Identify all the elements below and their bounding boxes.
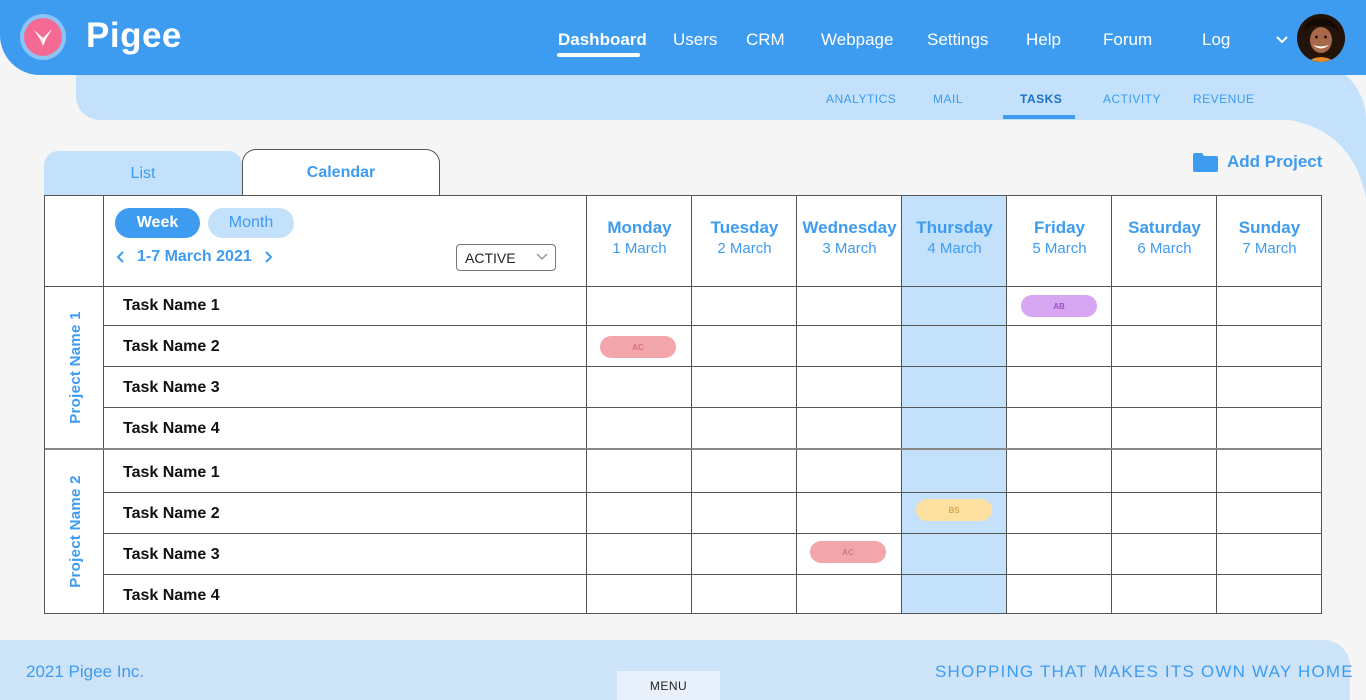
chevron-down-icon [536, 253, 548, 261]
grid-line [1111, 196, 1112, 613]
grid-line [103, 533, 1321, 534]
chevron-down-icon[interactable] [1275, 33, 1289, 47]
subnav-revenue[interactable]: REVENUE [1193, 92, 1255, 106]
subnav-analytics[interactable]: ANALYTICS [826, 92, 896, 106]
day-header-tuesday[interactable]: Tuesday 2 March [692, 218, 797, 257]
date-range-label: 1-7 March 2021 [137, 248, 252, 265]
folder-icon [1193, 152, 1218, 172]
add-project-button[interactable]: Add Project [1193, 152, 1322, 172]
tab-calendar[interactable]: Calendar [242, 149, 440, 196]
grid-line [45, 286, 1321, 287]
assignee-badge[interactable]: AC [810, 541, 886, 563]
nav-item-dashboard[interactable]: Dashboard [558, 30, 647, 54]
day-header-sunday[interactable]: Sunday 7 March [1217, 218, 1322, 257]
task-name[interactable]: Task Name 4 [123, 420, 220, 438]
nav-item-settings[interactable]: Settings [927, 30, 988, 54]
grid-line [103, 574, 1321, 575]
day-header-wednesday[interactable]: Wednesday 3 March [797, 218, 902, 257]
chevron-right-icon[interactable] [264, 250, 274, 264]
nav-item-forum[interactable]: Forum [1103, 30, 1152, 54]
assignee-badge[interactable]: BS [916, 499, 992, 521]
user-avatar[interactable] [1297, 14, 1345, 62]
task-name[interactable]: Task Name 2 [123, 505, 220, 523]
subnav-tasks[interactable]: TASKS [1020, 92, 1062, 106]
nav-item-log[interactable]: Log [1202, 30, 1230, 54]
grid-line [901, 196, 902, 613]
nav-item-crm[interactable]: CRM [746, 30, 785, 54]
footer-tagline: SHOPPING THAT MAKES ITS OWN WAY HOME [935, 662, 1354, 681]
chevron-left-icon[interactable] [115, 250, 125, 264]
view-week-button[interactable]: Week [115, 208, 200, 238]
subnav-activity[interactable]: ACTIVITY [1103, 92, 1161, 106]
nav-item-users[interactable]: Users [673, 30, 717, 54]
grid-line [103, 492, 1321, 493]
day-header-monday[interactable]: Monday 1 March [587, 218, 692, 257]
task-name[interactable]: Task Name 1 [123, 464, 220, 482]
highlighted-day-column [902, 196, 1007, 613]
task-name[interactable]: Task Name 4 [123, 587, 220, 605]
status-filter-value: ACTIVE [465, 249, 516, 266]
nav-active-indicator [557, 53, 640, 57]
project-label[interactable]: Project Name 1 [45, 287, 105, 448]
task-name[interactable]: Task Name 2 [123, 338, 220, 356]
top-navigation-bar: Pigee Dashboard Users CRM Webpage Settin… [0, 0, 1366, 75]
assignee-badge[interactable]: AC [600, 336, 676, 358]
grid-line [586, 196, 587, 613]
grid-line [1006, 196, 1007, 613]
grid-line [103, 366, 1321, 367]
brand-name[interactable]: Pigee [86, 16, 182, 56]
day-header-friday[interactable]: Friday 5 March [1007, 218, 1112, 257]
nav-item-help[interactable]: Help [1026, 30, 1061, 54]
footer-copyright: 2021 Pigee Inc. [26, 662, 145, 681]
subnav-mail[interactable]: MAIL [933, 92, 963, 106]
grid-line [1216, 196, 1217, 613]
add-project-label: Add Project [1227, 152, 1323, 171]
grid-line [796, 196, 797, 613]
day-header-thursday[interactable]: Thursday 4 March [902, 218, 1007, 257]
grid-line [691, 196, 692, 613]
status-filter-select[interactable]: ACTIVE [456, 244, 556, 271]
date-range-navigator: 1-7 March 2021 [115, 248, 274, 266]
subnav-active-indicator [1003, 115, 1075, 119]
view-month-button[interactable]: Month [208, 208, 294, 238]
day-header-saturday[interactable]: Saturday 6 March [1112, 218, 1217, 257]
menu-button[interactable]: MENU [617, 671, 720, 700]
task-name[interactable]: Task Name 1 [123, 297, 220, 315]
project-divider [45, 448, 1321, 450]
project-label[interactable]: Project Name 2 [45, 450, 105, 613]
pigee-logo-icon[interactable] [20, 14, 66, 60]
nav-item-webpage[interactable]: Webpage [821, 30, 893, 54]
grid-line [103, 325, 1321, 326]
tab-list[interactable]: List [44, 151, 242, 196]
assignee-badge[interactable]: AB [1021, 295, 1097, 317]
task-name[interactable]: Task Name 3 [123, 379, 220, 397]
task-name[interactable]: Task Name 3 [123, 546, 220, 564]
calendar-grid: Week Month 1-7 March 2021 ACTIVE Monday 1… [44, 195, 1322, 614]
grid-line [103, 407, 1321, 408]
